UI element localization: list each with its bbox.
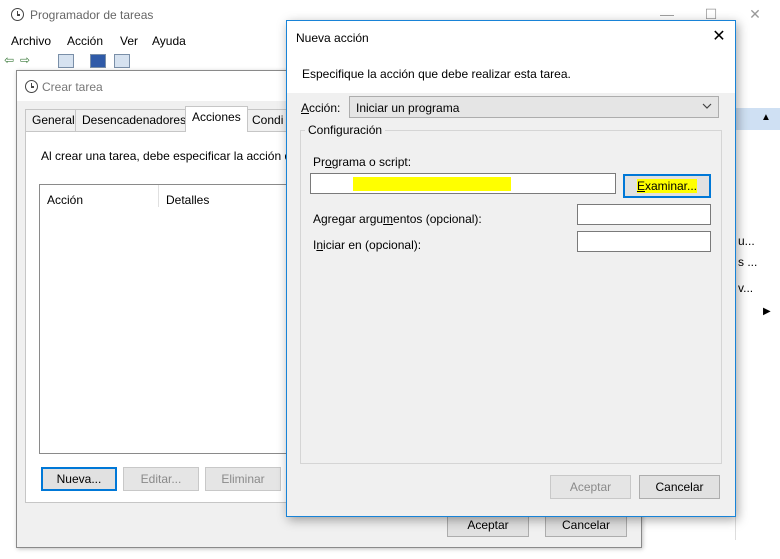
nueva-accion-dialog: Nueva acción ✕ Especifique la acción que… xyxy=(286,20,736,517)
nueva-accion-title: Nueva acción xyxy=(296,31,369,45)
editar-button[interactable]: Editar... xyxy=(123,467,199,491)
crear-tarea-title: Crear tarea xyxy=(42,80,103,94)
nueva-cancelar-button[interactable]: Cancelar xyxy=(639,475,720,499)
agregar-argumentos-label: Agregar argumentos (opcional): xyxy=(313,212,482,226)
close-button[interactable]: ✕ xyxy=(740,2,770,26)
acciones-description: Al crear una tarea, debe especificar la … xyxy=(41,149,298,163)
iniciar-en-label: Iniciar en (opcional): xyxy=(313,238,421,252)
pane-item[interactable]: v... xyxy=(738,281,778,295)
examinar-label: xaminar... xyxy=(644,179,698,193)
programa-label-part: grama o script: xyxy=(331,155,412,169)
console-tree-icon[interactable] xyxy=(58,54,74,68)
column-header-detalles[interactable]: Detalles xyxy=(166,193,209,207)
menu-archivo[interactable]: Archivo xyxy=(11,34,51,48)
tab-general[interactable]: General xyxy=(25,109,82,131)
forward-arrow-icon[interactable]: ⇨ xyxy=(20,53,30,67)
expand-arrow-icon[interactable]: ▶ xyxy=(763,306,771,317)
tab-condiciones[interactable]: Condi xyxy=(245,109,291,131)
args-label-part: Agregar argu xyxy=(313,212,384,226)
examinar-accesskey: E xyxy=(636,179,645,193)
examinar-button[interactable]: Examinar... xyxy=(623,174,711,198)
accion-label: Acción: xyxy=(301,101,340,115)
actions-pane xyxy=(735,80,780,540)
crear-tarea-clock-icon xyxy=(25,80,38,93)
main-window-title: Programador de tareas xyxy=(30,8,154,22)
configuracion-legend: Configuración xyxy=(305,123,386,137)
iniciar-en-input[interactable] xyxy=(577,231,711,252)
action-list[interactable]: Acción Detalles xyxy=(39,184,289,454)
chevron-down-icon[interactable] xyxy=(702,99,712,116)
args-label-part: entos (opcional): xyxy=(393,212,482,226)
nueva-aceptar-button[interactable]: Aceptar xyxy=(550,475,631,499)
nueva-button[interactable]: Nueva... xyxy=(41,467,117,491)
help-icon[interactable] xyxy=(90,54,106,68)
pane-item[interactable]: u... xyxy=(738,234,778,248)
programa-highlight xyxy=(353,177,511,191)
task-scheduler-clock-icon xyxy=(11,8,24,21)
tab-acciones[interactable]: Acciones xyxy=(185,106,248,132)
back-arrow-icon[interactable]: ⇦ xyxy=(4,53,14,67)
programa-label-part: Pr xyxy=(313,155,325,169)
agregar-argumentos-input[interactable] xyxy=(577,204,711,225)
menu-accion[interactable]: Acción xyxy=(67,34,103,48)
pane-item[interactable]: s ... xyxy=(738,255,778,269)
menu-ver[interactable]: Ver xyxy=(120,34,138,48)
accion-dropdown-value: Iniciar un programa xyxy=(356,101,460,115)
menu-ayuda[interactable]: Ayuda xyxy=(152,34,186,48)
accion-label-accesskey: A xyxy=(301,101,310,115)
tab-desencadenadores[interactable]: Desencadenadores xyxy=(75,109,194,131)
nueva-accion-instruction: Especifique la acción que debe realizar … xyxy=(302,67,571,81)
nueva-accion-titlebar: Nueva acción ✕ xyxy=(287,21,735,53)
collapse-arrow-icon[interactable]: ▲ xyxy=(761,112,771,123)
iniciar-label-part: iciar en (opcional): xyxy=(323,238,422,252)
nueva-accion-header-band: Especifique la acción que debe realizar … xyxy=(287,53,735,93)
programa-script-label: Programa o script: xyxy=(313,155,411,169)
programa-script-input[interactable] xyxy=(310,173,616,194)
eliminar-button[interactable]: Eliminar xyxy=(205,467,281,491)
actions-pane-header[interactable]: ▲ xyxy=(735,108,780,130)
action-pane-icon[interactable] xyxy=(114,54,130,68)
accion-dropdown[interactable]: Iniciar un programa xyxy=(349,96,719,118)
accion-label-text: cción: xyxy=(309,101,341,115)
args-label-accesskey: m xyxy=(383,212,394,226)
column-separator[interactable] xyxy=(158,185,159,207)
column-header-accion[interactable]: Acción xyxy=(47,193,83,207)
nueva-accion-close-icon[interactable]: ✕ xyxy=(707,25,731,49)
programa-label-accesskey: o xyxy=(325,155,332,169)
